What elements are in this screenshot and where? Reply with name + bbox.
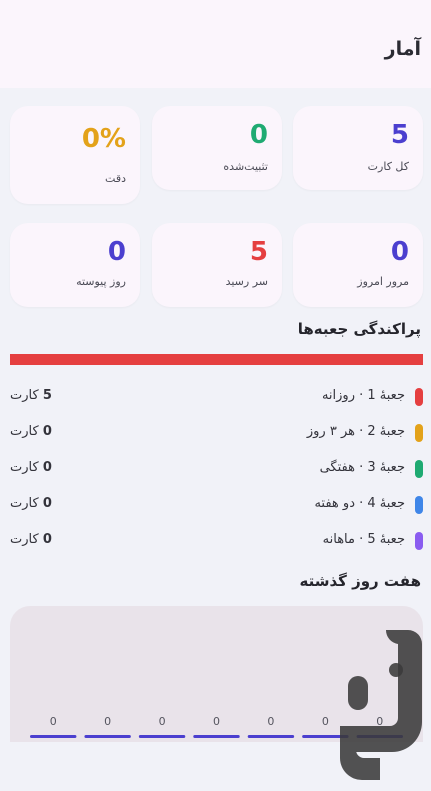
stat-label-streak: روز پیوسته: [76, 275, 126, 288]
weekly-title: هفت روز گذشته: [299, 572, 421, 590]
distribution-title: پراکندگی جعبه‌ها: [297, 320, 421, 338]
store-logo-watermark: [340, 630, 422, 780]
stat-label-fixed: تثبیت‌شده: [223, 160, 268, 173]
stat-card-accuracy: 0% دقت: [10, 106, 140, 204]
box-5-label: جعبهٔ 5 · ماهانه: [322, 532, 405, 547]
stat-label-due: سر رسید: [225, 275, 268, 288]
box-4-count: 0 کارت: [10, 496, 52, 511]
box-3-color-dot: [415, 460, 423, 478]
box-row-5: جعبهٔ 5 · ماهانه 0 کارت: [10, 530, 423, 552]
stat-value-fixed: 0: [249, 120, 268, 150]
box-row-3: جعبهٔ 3 · هفتگی 0 کارت: [10, 458, 423, 480]
box-row-4: جعبهٔ 4 · دو هفته 0 کارت: [10, 494, 423, 516]
stat-card-streak: 0 روز پیوسته: [10, 223, 140, 307]
weekly-bar: [30, 735, 77, 738]
weekly-bar: [138, 735, 186, 738]
stat-card-fixed: 0 تثبیت‌شده: [152, 106, 282, 190]
distribution-bar: [10, 354, 423, 365]
stat-label-accuracy: دقت: [105, 172, 126, 185]
stat-card-total-cards: 5 کل کارت: [293, 106, 423, 190]
box-3-count: 0 کارت: [10, 460, 52, 475]
stat-value-total: 5: [390, 120, 409, 150]
stat-value-streak: 0: [107, 237, 126, 267]
box-1-count: 5 کارت: [10, 388, 52, 403]
page-title: آمار: [384, 38, 421, 60]
weekly-bar-value-label: 0: [50, 715, 57, 728]
stat-label-review-today: مرور امروز: [357, 275, 409, 288]
weekly-bar: [247, 735, 295, 738]
box-3-label: جعبهٔ 3 · هفتگی: [319, 460, 405, 475]
box-2-color-dot: [415, 424, 423, 442]
box-row-2: جعبهٔ 2 · هر ۳ روز 0 کارت: [10, 422, 423, 444]
weekly-bar: [193, 735, 240, 738]
stat-card-due: 5 سر رسید: [152, 223, 282, 307]
weekly-bar-value-label: 0: [213, 715, 220, 728]
stat-value-due: 5: [249, 237, 268, 267]
stat-card-review-today: 0 مرور امروز: [293, 223, 423, 307]
box-5-color-dot: [415, 532, 423, 550]
box-2-count: 0 کارت: [10, 424, 52, 439]
stat-value-review-today: 0: [390, 237, 409, 267]
box-4-color-dot: [415, 496, 423, 514]
weekly-bar-value-label: 0: [159, 715, 166, 728]
weekly-bar-value-label: 0: [104, 715, 111, 728]
box-2-label: جعبهٔ 2 · هر ۳ روز: [306, 424, 405, 439]
weekly-bar: [84, 735, 131, 738]
box-1-color-dot: [415, 388, 423, 406]
stat-value-accuracy: 0%: [81, 124, 126, 154]
box-4-label: جعبهٔ 4 · دو هفته: [314, 496, 405, 511]
box-5-count: 0 کارت: [10, 532, 52, 547]
weekly-bar-value-label: 0: [267, 715, 274, 728]
weekly-bar-value-label: 0: [322, 715, 329, 728]
box-1-label: جعبهٔ 1 · روزانه: [321, 388, 405, 403]
stat-label-total: کل کارت: [367, 160, 409, 173]
app-bar: آمار: [0, 0, 431, 88]
box-row-1: جعبهٔ 1 · روزانه 5 کارت: [10, 386, 423, 408]
